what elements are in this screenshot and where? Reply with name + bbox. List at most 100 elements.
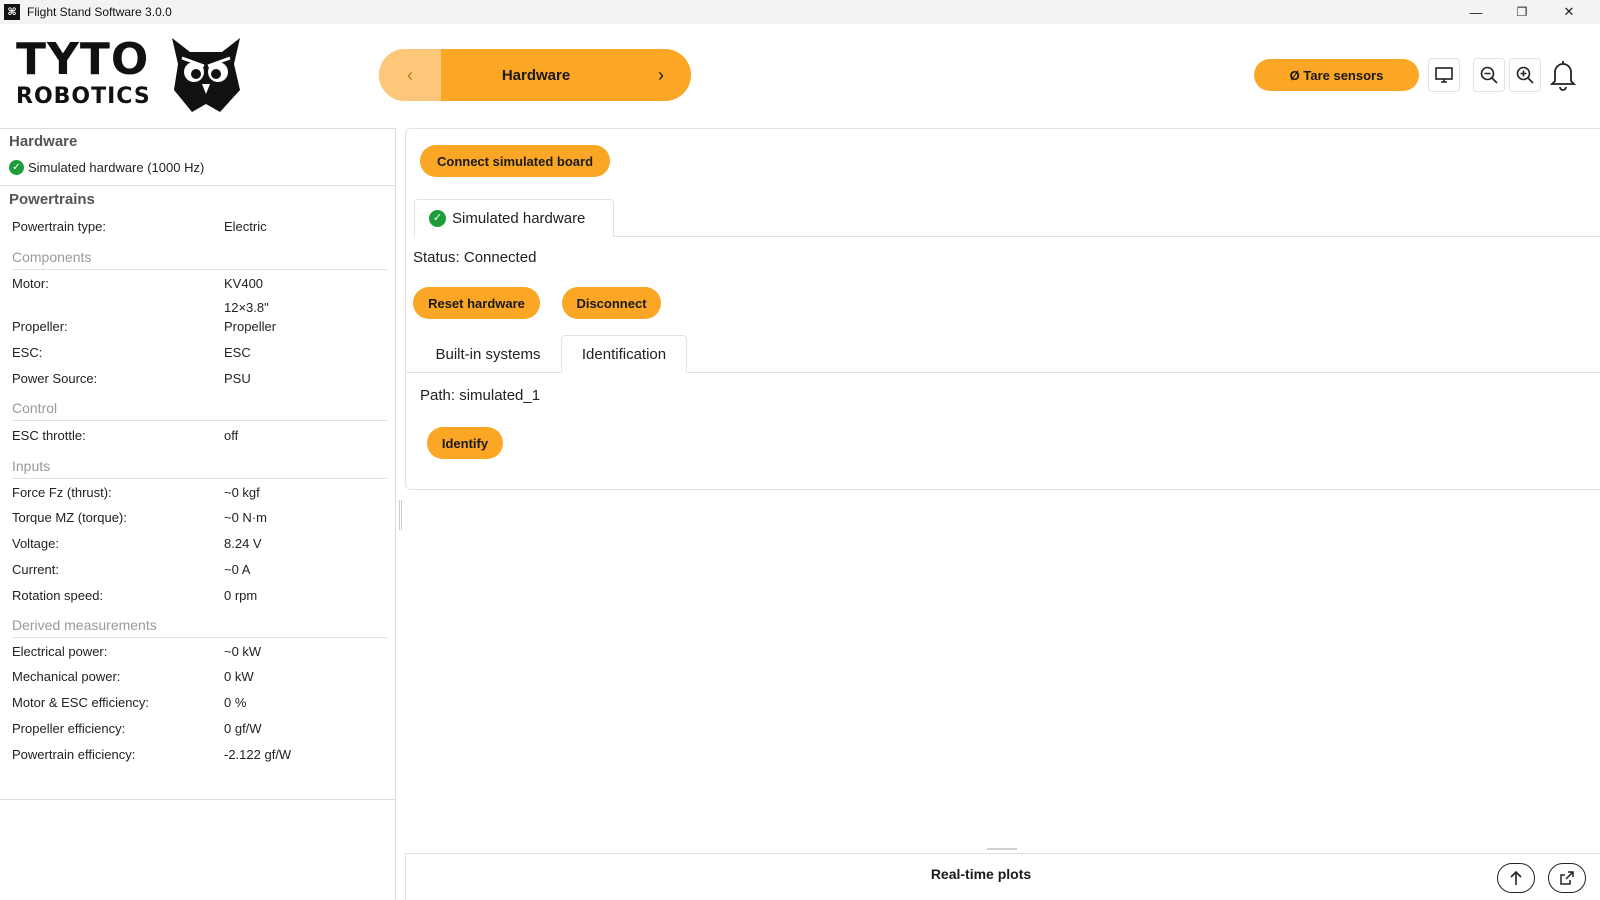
tare-sensors-button[interactable]: Ø Tare sensors	[1254, 59, 1419, 91]
row-label: Propeller:	[12, 319, 68, 334]
powertrain-efficiency-row: Powertrain efficiency: -2.122 gf/W	[12, 747, 387, 767]
real-time-plots-label: Real-time plots	[930, 866, 1032, 882]
components-subheading: Components	[12, 249, 387, 270]
window-title: Flight Stand Software 3.0.0	[27, 5, 172, 19]
row-label: Propeller efficiency:	[12, 721, 126, 736]
zoom-out-button[interactable]	[1473, 58, 1505, 92]
nav-next-button[interactable]: ›	[631, 49, 691, 101]
row-value: ~0 N·m	[224, 510, 267, 525]
bottom-panel-resize-handle[interactable]	[987, 848, 1017, 850]
maximize-button[interactable]: ❐	[1499, 0, 1545, 24]
panel-splitter-handle[interactable]	[399, 500, 402, 530]
tab-simulated-hardware[interactable]: ✓ Simulated hardware	[414, 199, 614, 237]
zoom-out-icon	[1480, 66, 1498, 84]
row-value: ESC	[224, 345, 251, 360]
disconnect-button[interactable]: Disconnect	[562, 287, 661, 319]
minimize-button[interactable]: —	[1453, 0, 1499, 24]
row-value: 12×3.8"	[224, 300, 269, 315]
check-icon: ✓	[9, 160, 24, 175]
row-label: Torque MZ (torque):	[12, 510, 127, 525]
row-value: 0 rpm	[224, 588, 258, 603]
control-subheading: Control	[12, 400, 387, 421]
electrical-power-row: Electrical power: ~0 kW	[12, 644, 387, 664]
nav-page-label: Hardware	[501, 66, 571, 84]
row-value: ~0 kgf	[224, 485, 260, 500]
logo-text-tyto: TYTO	[16, 34, 150, 85]
monitor-icon	[1435, 67, 1453, 83]
identify-button[interactable]: Identify	[427, 427, 503, 459]
row-label: Motor & ESC efficiency:	[12, 695, 150, 710]
hardware-main-card: Connect simulated board ✓ Simulated hard…	[405, 128, 1600, 490]
row-label: ESC:	[12, 345, 43, 360]
row-value: 0 %	[224, 695, 247, 710]
reset-hardware-button[interactable]: Reset hardware	[413, 287, 540, 319]
rotation-speed-row: Rotation speed: 0 rpm	[12, 588, 387, 608]
current-row: Current: ~0 A	[12, 562, 387, 582]
thrust-row: Force Fz (thrust): ~0 kgf	[12, 485, 387, 505]
tab-bar-divider	[614, 236, 1600, 237]
propeller-size-row: 12×3.8"	[12, 300, 387, 320]
torque-row: Torque MZ (torque): ~0 N·m	[12, 510, 387, 530]
mechanical-power-row: Mechanical power: 0 kW	[12, 669, 387, 689]
row-label: Current:	[12, 562, 59, 577]
owl-logo-icon	[172, 38, 240, 112]
hardware-status-text: Simulated hardware (1000 Hz)	[28, 160, 205, 175]
bell-icon	[1549, 61, 1577, 91]
tab-built-in-systems[interactable]: Built-in systems	[418, 335, 558, 373]
row-value: 0 kW	[224, 669, 254, 684]
row-label: Powertrain type:	[12, 219, 106, 234]
close-button[interactable]: ✕	[1546, 0, 1592, 24]
logo-text-robotics: ROBOTICS	[16, 84, 151, 109]
tab-identification[interactable]: Identification	[561, 335, 687, 373]
zoom-in-button[interactable]	[1509, 58, 1541, 92]
propeller-efficiency-row: Propeller efficiency: 0 gf/W	[12, 721, 387, 741]
row-value: Electric	[224, 219, 267, 234]
row-value: KV400	[224, 276, 264, 291]
row-label: Rotation speed:	[12, 588, 104, 603]
motor-row: Motor: KV400	[12, 276, 387, 296]
check-icon: ✓	[429, 210, 446, 227]
monitor-button[interactable]	[1428, 58, 1460, 92]
popout-plots-button[interactable]	[1548, 863, 1586, 893]
left-panel-divider	[0, 799, 395, 800]
voltage-row: Voltage: 8.24 V	[12, 536, 387, 556]
derived-subheading: Derived measurements	[12, 617, 387, 638]
row-value: off	[224, 428, 239, 443]
row-value: 0 gf/W	[224, 721, 262, 736]
title-bar: ⌘ Flight Stand Software 3.0.0 — ❐ ✕	[0, 0, 1600, 24]
hardware-section: Hardware ✓ Simulated hardware (1000 Hz)	[0, 128, 395, 186]
row-value: ~0 A	[224, 562, 251, 577]
left-info-panel: Hardware ✓ Simulated hardware (1000 Hz) …	[0, 128, 396, 900]
external-window-icon	[1560, 871, 1574, 885]
row-label: Powertrain efficiency:	[12, 747, 136, 762]
app-header: TYTO ROBOTICS ‹ Hardware › Ø Tare sensor…	[0, 24, 1600, 128]
hardware-section-title: Hardware	[9, 133, 78, 150]
row-label: Voltage:	[12, 536, 59, 551]
powertrain-type-row: Powertrain type: Electric	[12, 219, 387, 239]
device-path: Path: simulated_1	[420, 387, 541, 404]
row-value: 8.24 V	[224, 536, 262, 551]
expand-plots-button[interactable]	[1497, 863, 1535, 893]
connection-status: Status: Connected	[413, 249, 537, 266]
tab-label: Simulated hardware	[452, 210, 586, 227]
row-label: Mechanical power:	[12, 669, 121, 684]
row-label: ESC throttle:	[12, 428, 86, 443]
real-time-plots-bar: Real-time plots	[405, 853, 1600, 900]
tyto-robotics-logo: TYTO ROBOTICS	[16, 36, 244, 118]
inputs-subheading: Inputs	[12, 458, 387, 479]
row-value: ~0 kW	[224, 644, 262, 659]
zoom-in-icon	[1516, 66, 1534, 84]
row-label: Motor:	[12, 276, 49, 291]
row-value: -2.122 gf/W	[224, 747, 292, 762]
row-label: Force Fz (thrust):	[12, 485, 112, 500]
notifications-button[interactable]	[1547, 58, 1579, 92]
power-source-row: Power Source: PSU	[12, 371, 387, 391]
nav-prev-button[interactable]: ‹	[379, 49, 441, 101]
hardware-status: ✓ Simulated hardware (1000 Hz)	[9, 160, 204, 175]
row-label: Power Source:	[12, 371, 98, 386]
esc-row: ESC: ESC	[12, 345, 387, 365]
subtab-divider-right	[687, 372, 1600, 373]
row-label: Electrical power:	[12, 644, 108, 659]
page-navigator: ‹ Hardware ›	[379, 49, 691, 101]
connect-simulated-board-button[interactable]: Connect simulated board	[420, 145, 610, 177]
